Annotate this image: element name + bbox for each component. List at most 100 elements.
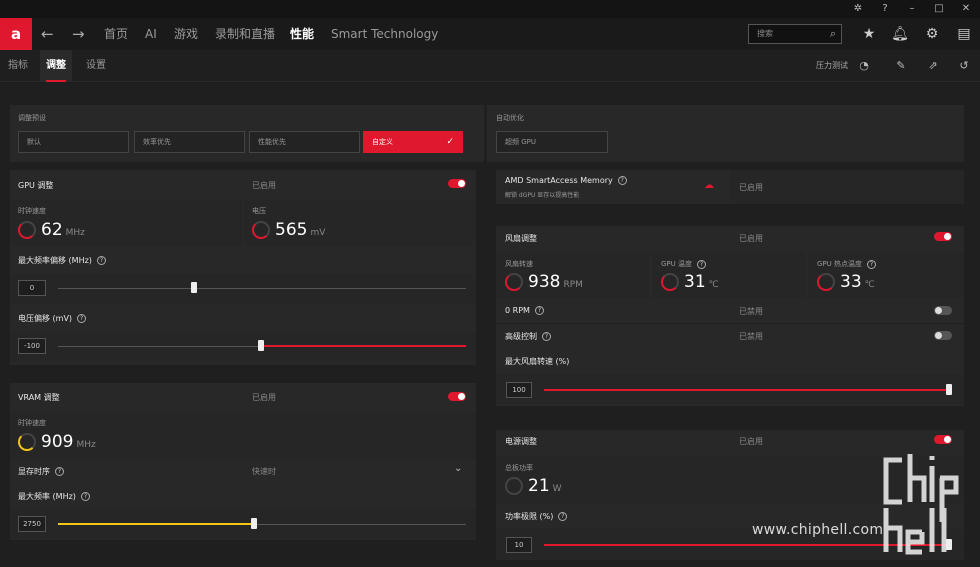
check-icon: ✓ [446,137,454,147]
freq-offset-label: 最大频率偏移 (MHz)? [18,255,106,266]
zero-rpm-label: 0 RPM? [505,306,544,315]
freq-offset-slider-thumb[interactable] [191,282,197,293]
gpu-temp-value: 31 ℃ [684,272,719,292]
overclock-gpu-button[interactable]: 超频 GPU [496,131,608,153]
vram-clock-value: 909 MHz [41,432,96,452]
volt-offset-slider-thumb[interactable] [258,340,264,351]
memory-timing-value[interactable]: 快速时 [252,466,276,477]
help-icon[interactable]: ? [697,259,706,269]
hotspot-temp-gauge-icon [817,273,835,291]
fan-speed-label: 风扇转速 [505,260,533,268]
preset-performance[interactable]: 性能优先 [249,131,360,153]
tab-record-stream[interactable]: 录制和直播 [215,18,275,50]
title-bar: ✲ ? – □ ✕ [0,0,980,18]
close-icon[interactable]: ✕ [958,2,974,16]
advanced-control-toggle[interactable] [934,331,952,340]
reset-icon[interactable]: ↺ [957,50,971,82]
advanced-control-state: 已禁用 [739,332,763,341]
preset-panel: 调整预设 默认 效率优先 性能优先 自定义 ✓ [10,105,484,162]
vram-max-freq-input[interactable]: 2750 [18,516,46,532]
tab-smart-technology[interactable]: Smart Technology [331,18,438,50]
max-fan-speed-slider-thumb[interactable] [946,384,952,395]
freq-offset-track[interactable] [58,288,466,289]
minimize-icon[interactable]: – [904,2,920,16]
auto-tune-label: 自动优化 [496,114,524,122]
sidebar-toggle-icon[interactable]: ▤ [954,18,974,50]
sam-state: 已启用 [739,183,763,192]
vram-max-freq-slider-thumb[interactable] [251,518,257,529]
help-icon[interactable]: ? [55,467,64,476]
divider [496,323,964,324]
search-icon[interactable]: ⌕ [830,25,836,43]
board-power-gauge-icon [505,477,523,495]
gpu-tuning-panel: GPU 调整 已启用 时钟速度 62 MHz 电压 565 mV 最大频率偏移 (M… [10,170,476,365]
vram-max-freq-fill [58,523,253,525]
fan-tuning-title: 风扇调整 [505,234,537,243]
speedometer-icon[interactable]: ◔ [857,50,871,82]
back-arrow-icon[interactable]: ← [41,18,54,50]
tab-settings[interactable]: 设置 [86,50,106,82]
help-icon[interactable]: ? [534,306,544,315]
tab-home[interactable]: 首页 [104,18,128,50]
gpu-temp-gauge-icon [661,273,679,291]
volt-offset-input[interactable]: -100 [18,338,46,354]
gpu-tuning-toggle[interactable] [448,179,466,188]
board-power-value: 21 W [528,476,562,496]
power-limit-label: 功率极限 (%)? [505,511,568,522]
help-icon[interactable]: ? [77,314,87,323]
hotspot-temp-value: 33 ℃ [840,272,875,292]
vram-clock-label: 时钟速度 [18,419,46,427]
tab-performance[interactable]: 性能 [290,18,314,50]
help-icon[interactable]: ? [558,512,568,521]
help-icon[interactable]: ? [80,492,90,501]
freq-offset-input[interactable]: 0 [18,280,46,296]
stress-test-label[interactable]: 压力测试 [816,50,848,82]
power-tuning-title: 电源调整 [505,437,537,446]
max-fan-speed-fill [544,389,948,391]
sam-subtitle: 解锁 dGPU 显存以提高性能 [505,192,580,199]
memory-timing-label: 显存时序? [18,466,64,477]
fan-tuning-toggle[interactable] [934,232,952,241]
max-fan-speed-input[interactable]: 100 [506,382,532,398]
help-icon[interactable]: ? [96,256,106,265]
bug-icon[interactable]: ✲ [850,2,866,16]
gear-icon[interactable]: ⚙ [922,18,942,50]
vram-tuning-state: 已启用 [252,393,276,402]
tab-gaming[interactable]: 游戏 [174,18,198,50]
fan-tuning-panel: 风扇调整 已启用 风扇转速 938 RPM GPU 温度? 31 ℃ GPU 热点温… [496,226,964,406]
help-icon[interactable]: ? [867,259,876,269]
gpu-tuning-title: GPU 调整 [18,181,54,190]
star-icon[interactable]: ★ [859,18,879,50]
forward-arrow-icon[interactable]: → [72,18,85,50]
max-fan-speed-label: 最大风扇转速 (%) [505,357,570,366]
sub-nav: 指标 调整 设置 压力测试 ◔ ✎ ⇗ ↺ [0,50,980,82]
help-icon[interactable]: ? [617,176,627,185]
freq-offset-row [10,274,476,304]
zero-rpm-toggle[interactable] [934,306,952,315]
chevron-down-icon[interactable]: ⌄ [454,463,462,474]
gpu-temp-label: GPU 温度? [661,259,706,269]
hotspot-temp-label: GPU 热点温度? [817,259,876,269]
tab-tuning[interactable]: 调整 [40,50,72,82]
preset-custom[interactable]: 自定义 ✓ [363,131,463,153]
gpu-clock-gauge-icon [18,221,36,239]
power-limit-input[interactable]: 10 [506,537,532,553]
help-icon[interactable]: ? [542,332,551,341]
search-input[interactable]: 搜索 ⌕ [748,24,842,44]
zero-rpm-state: 已禁用 [739,307,763,316]
edit-icon[interactable]: ✎ [894,50,908,82]
export-icon[interactable]: ⇗ [926,50,940,82]
search-placeholder: 搜索 [757,29,773,38]
power-tuning-toggle[interactable] [934,435,952,444]
amd-logo-icon[interactable]: a [0,18,32,50]
vram-tuning-toggle[interactable] [448,392,466,401]
bell-icon[interactable]: 🔔︎ [890,18,910,50]
preset-default[interactable]: 默认 [18,131,129,153]
preset-efficiency[interactable]: 效率优先 [134,131,245,153]
brain-icon: ☁ [704,180,714,191]
preset-custom-label: 自定义 [372,138,393,146]
tab-metrics[interactable]: 指标 [8,50,28,82]
help-icon[interactable]: ? [877,2,893,16]
tab-ai[interactable]: AI [145,18,157,50]
maximize-icon[interactable]: □ [931,2,947,16]
